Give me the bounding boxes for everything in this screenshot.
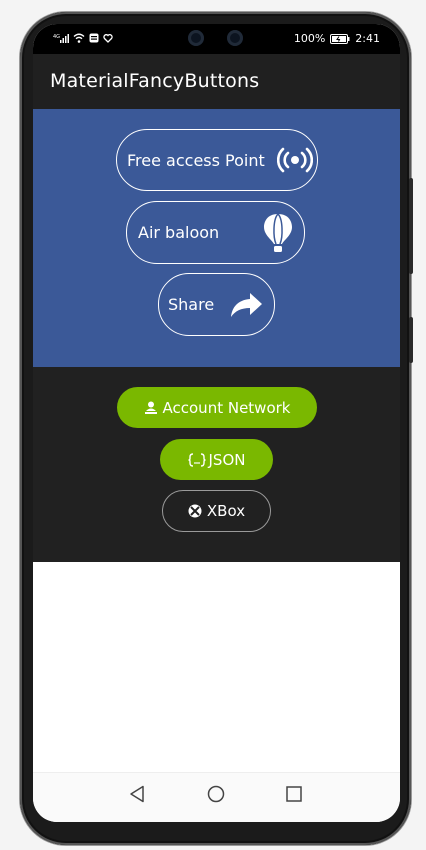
status-icons-right: 100% 2:41 <box>294 32 380 45</box>
clock: 2:41 <box>355 32 380 45</box>
button-label: Account Network <box>162 398 291 417</box>
wifi-icon <box>73 33 85 43</box>
screen: 4G 100% 2:41 MaterialFancyButtons Free a… <box>33 24 400 822</box>
user-network-icon <box>144 401 157 414</box>
account-network-button[interactable]: Account Network <box>117 387 317 428</box>
xbox-button[interactable]: XBox <box>162 490 271 532</box>
button-label: Share <box>168 295 215 314</box>
button-label: Free access Point <box>127 150 265 170</box>
signal-icon: 4G <box>53 34 69 43</box>
free-access-point-button[interactable]: Free access Point <box>116 129 318 191</box>
notification-icon <box>89 33 99 43</box>
air-baloon-button[interactable]: Air baloon <box>126 201 305 264</box>
battery-icon <box>330 33 350 44</box>
back-icon[interactable] <box>129 785 145 803</box>
xbox-icon <box>188 504 202 518</box>
balloon-icon <box>264 212 293 252</box>
battery-percent: 100% <box>293 32 326 45</box>
power-button <box>409 317 413 363</box>
home-icon[interactable] <box>207 785 225 803</box>
recents-icon[interactable] <box>286 785 302 803</box>
app-bar: MaterialFancyButtons <box>33 54 400 109</box>
navigation-bar <box>33 772 400 822</box>
share-button[interactable]: Share <box>158 273 275 336</box>
braces-icon <box>187 452 206 467</box>
front-camera-icon <box>188 30 204 46</box>
status-bar: 4G 100% 2:41 <box>33 24 400 54</box>
json-button[interactable]: JSON <box>160 439 273 480</box>
button-label: XBox <box>206 502 246 520</box>
svg-text:4G: 4G <box>53 34 60 40</box>
hotspot-icon <box>276 147 313 173</box>
front-camera-icon <box>227 30 243 46</box>
button-label: Air baloon <box>138 223 220 242</box>
pill-buttons-section: Account Network JSON XBox <box>33 367 400 562</box>
share-icon <box>231 292 263 317</box>
app-title: MaterialFancyButtons <box>50 70 260 92</box>
message-icon <box>103 34 113 43</box>
button-label: JSON <box>208 450 246 469</box>
status-icons-left: 4G <box>53 33 113 43</box>
fancy-buttons-section: Free access Point Air baloon Share <box>33 109 400 367</box>
volume-button <box>409 178 413 274</box>
